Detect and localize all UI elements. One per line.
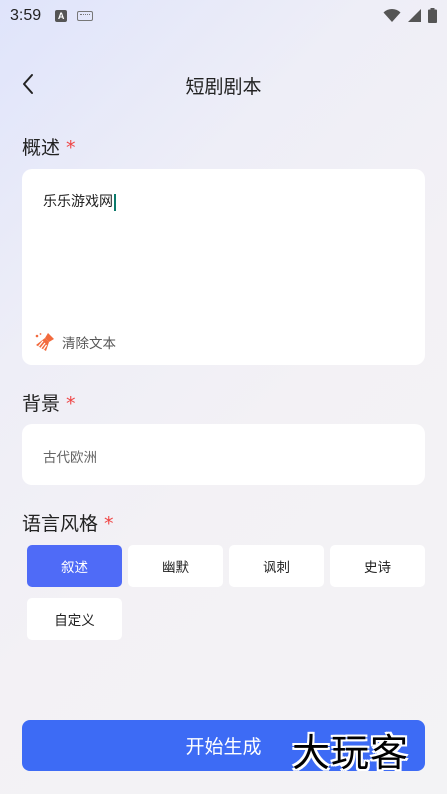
background-label-text: 背景 xyxy=(22,393,61,415)
wifi-icon xyxy=(383,8,401,22)
signal-icon xyxy=(408,9,421,22)
background-label: 背景 * xyxy=(22,389,76,416)
required-mark: * xyxy=(66,393,76,415)
summary-value: 乐乐游戏网 xyxy=(43,194,113,210)
style-option-satire[interactable]: 讽刺 xyxy=(229,545,324,587)
required-mark: * xyxy=(104,513,114,535)
header: 短剧剧本 xyxy=(0,62,447,108)
required-mark: * xyxy=(66,137,76,159)
summary-label: 概述 * xyxy=(22,133,76,160)
background-input[interactable]: 古代欧洲 xyxy=(22,424,425,485)
status-icons-right xyxy=(383,8,437,23)
page-title: 短剧剧本 xyxy=(185,76,262,98)
broom-icon xyxy=(35,333,54,351)
clear-text-button[interactable]: 清除文本 xyxy=(34,331,116,353)
status-icons-left: A xyxy=(55,10,94,22)
font-a-icon: A xyxy=(55,10,68,22)
summary-textarea[interactable]: 乐乐游戏网 清除文本 xyxy=(22,169,425,365)
style-option-narrative[interactable]: 叙述 xyxy=(27,545,122,587)
style-option-custom[interactable]: 自定义 xyxy=(27,598,122,640)
keyboard-icon xyxy=(77,11,94,21)
background-value: 古代欧洲 xyxy=(43,450,97,466)
summary-label-text: 概述 xyxy=(22,137,61,159)
language-style-label: 语言风格 * xyxy=(22,509,114,536)
battery-icon xyxy=(428,8,437,23)
style-option-humor[interactable]: 幽默 xyxy=(128,545,223,587)
text-caret xyxy=(114,193,116,211)
watermark: 大玩客 xyxy=(292,731,410,775)
style-option-epic[interactable]: 史诗 xyxy=(330,545,425,587)
status-bar: 3:59 A xyxy=(0,0,447,32)
clear-text-label: 清除文本 xyxy=(62,336,116,352)
language-style-label-text: 语言风格 xyxy=(22,513,99,535)
summary-text: 乐乐游戏网 xyxy=(43,191,116,211)
status-time: 3:59 xyxy=(10,7,42,24)
